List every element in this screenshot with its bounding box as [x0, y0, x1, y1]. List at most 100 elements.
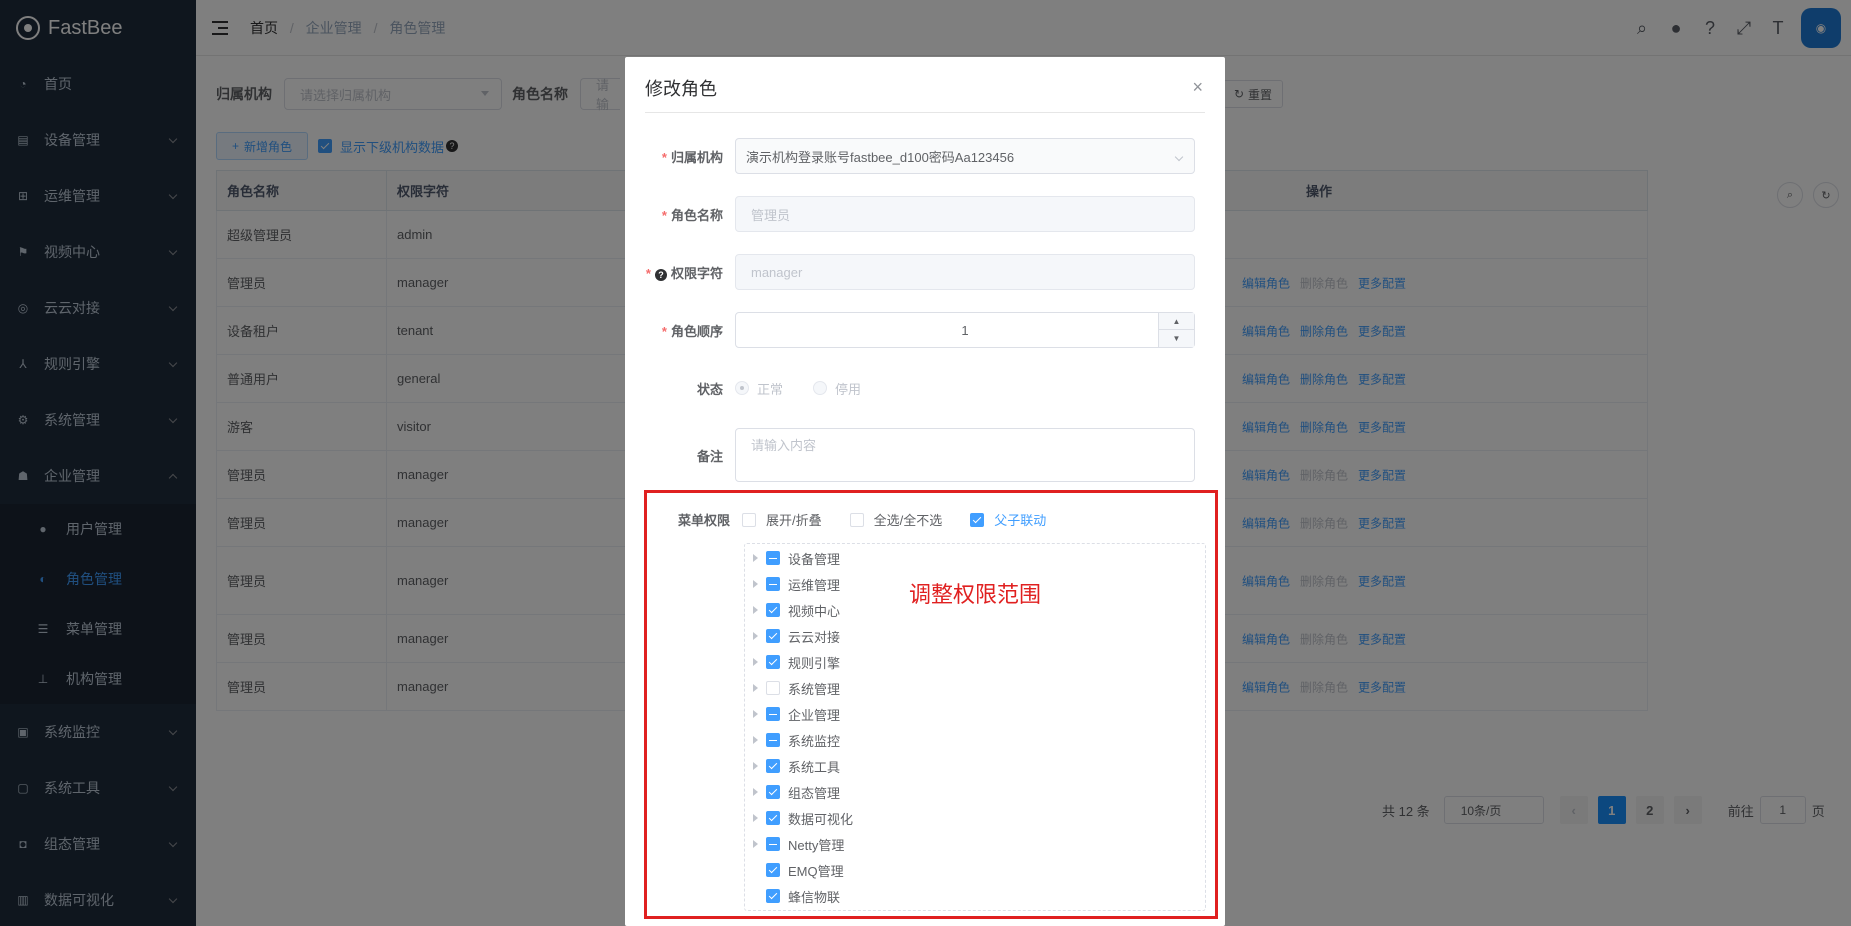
- tree-node-label: 数据可视化: [788, 811, 854, 827]
- linkage-checkbox[interactable]: [970, 512, 985, 527]
- expand-collapse-option[interactable]: 展开/折叠: [742, 510, 822, 529]
- status-normal-radio[interactable]: [735, 381, 749, 395]
- form-item-order: * 角色顺序 1 ▲ ▼: [645, 312, 1205, 348]
- tree-node-checkbox[interactable]: [766, 837, 780, 851]
- select-all-option[interactable]: 全选/全不选: [849, 510, 942, 529]
- caret-right-icon[interactable]: [753, 684, 758, 692]
- org-select[interactable]: 演示机构登录账号fastbee_d100密码Aa123456: [735, 138, 1195, 174]
- tree-node-checkbox[interactable]: [766, 629, 780, 643]
- role-key-field[interactable]: manager: [735, 254, 1195, 290]
- stepper-down-icon[interactable]: ▼: [1159, 330, 1194, 347]
- key-label-text: 权限字符: [670, 265, 723, 281]
- select-all-checkbox[interactable]: [849, 512, 864, 527]
- caret-right-icon[interactable]: [753, 814, 758, 822]
- tree-node[interactable]: 系统监控: [745, 727, 1205, 753]
- order-label-text: 角色顺序: [670, 323, 723, 339]
- question-icon[interactable]: ?: [654, 268, 667, 281]
- tree-node[interactable]: EMQ管理: [745, 857, 1205, 883]
- tree-node-label: 设备管理: [788, 551, 841, 567]
- tree-node-checkbox[interactable]: [766, 811, 780, 825]
- org-label: * 归属机构: [645, 147, 735, 166]
- tree-node-label: 系统监控: [788, 733, 841, 749]
- perm-label: 菜单权限: [677, 513, 730, 528]
- tree-node[interactable]: 系统工具: [745, 753, 1205, 779]
- form-item-status: 状态 正常 停用: [645, 370, 1205, 406]
- form-item-org: * 归属机构 演示机构登录账号fastbee_d100密码Aa123456: [645, 138, 1205, 174]
- tree-node-label: 规则引擎: [788, 655, 841, 671]
- tree-node-checkbox[interactable]: [766, 889, 780, 903]
- form-item-name: * 角色名称 管理员: [645, 196, 1205, 232]
- order-label: * 角色顺序: [645, 321, 735, 340]
- name-label: * 角色名称: [645, 205, 735, 224]
- tree-node-checkbox[interactable]: [766, 603, 780, 617]
- tree-node-checkbox[interactable]: [766, 577, 780, 591]
- tree-node-checkbox[interactable]: [766, 681, 780, 695]
- role-form: * 归属机构 演示机构登录账号fastbee_d100密码Aa123456 * 角色…: [625, 113, 1225, 482]
- caret-right-icon[interactable]: [753, 580, 758, 588]
- tree-node-checkbox[interactable]: [766, 707, 780, 721]
- remark-label: 备注: [696, 448, 723, 464]
- annotation-text: 调整权限范围: [909, 582, 1042, 607]
- required-mark: *: [661, 149, 667, 165]
- tree-node[interactable]: Netty管理: [745, 831, 1205, 857]
- stepper-up-icon[interactable]: ▲: [1159, 313, 1194, 330]
- caret-right-icon[interactable]: [753, 840, 758, 848]
- org-select-value: 演示机构登录账号fastbee_d100密码Aa123456: [746, 149, 1015, 165]
- close-icon[interactable]: ×: [1192, 77, 1203, 98]
- caret-right-icon[interactable]: [753, 554, 758, 562]
- tree-node-label: 系统工具: [788, 759, 841, 775]
- tree-node[interactable]: 数据可视化: [745, 805, 1205, 831]
- status-disabled-radio[interactable]: [813, 381, 828, 395]
- tree-node-checkbox[interactable]: [766, 785, 780, 799]
- org-label-text: 归属机构: [670, 149, 723, 165]
- role-order-stepper[interactable]: 1 ▲ ▼: [735, 312, 1195, 348]
- status-disabled-label: 停用: [835, 381, 862, 397]
- remark-textarea[interactable]: 请输入内容: [735, 428, 1195, 482]
- linkage-option[interactable]: 父子联动: [970, 510, 1046, 529]
- caret-right-icon[interactable]: [753, 632, 758, 640]
- caret-right-icon[interactable]: [753, 736, 758, 744]
- expand-collapse-label: 展开/折叠: [766, 513, 822, 528]
- tree-node[interactable]: 云云对接: [745, 623, 1205, 649]
- menu-permission-options: 菜单权限 展开/折叠 全选/全不选 父子联动: [676, 510, 1074, 529]
- role-order-value: 1: [961, 322, 969, 338]
- expand-collapse-checkbox[interactable]: [742, 512, 756, 527]
- caret-right-icon[interactable]: [753, 710, 758, 718]
- status-radio-group: 正常 停用: [735, 379, 861, 398]
- caret-right-icon[interactable]: [753, 606, 758, 614]
- role-name-value: 管理员: [751, 207, 791, 223]
- tree-node-label: 视频中心: [788, 603, 841, 619]
- tree-node-label: 云云对接: [788, 629, 841, 645]
- role-key-value: manager: [751, 264, 803, 280]
- form-item-key: *? 权限字符 manager: [645, 254, 1205, 290]
- status-normal-label: 正常: [757, 381, 784, 397]
- role-name-field[interactable]: 管理员: [735, 196, 1195, 232]
- tree-node[interactable]: 规则引擎: [745, 649, 1205, 675]
- form-item-remark: 备注 请输入内容: [645, 428, 1205, 482]
- tree-node-label: 组态管理: [788, 785, 841, 801]
- required-mark: *: [661, 323, 667, 339]
- tree-node[interactable]: 设备管理: [745, 545, 1205, 571]
- tree-node-label: EMQ管理: [788, 863, 844, 879]
- required-mark: *: [645, 265, 651, 281]
- caret-right-icon[interactable]: [753, 788, 758, 796]
- tree-node[interactable]: 蜂信物联: [745, 883, 1205, 909]
- tree-node-checkbox[interactable]: [766, 551, 780, 565]
- key-label: *? 权限字符: [645, 263, 735, 282]
- tree-node-label: 运维管理: [788, 577, 841, 593]
- dialog-title: 修改角色: [645, 79, 717, 99]
- tree-node-label: 企业管理: [788, 707, 841, 723]
- caret-right-icon[interactable]: [753, 762, 758, 770]
- tree-node-checkbox[interactable]: [766, 655, 780, 669]
- tree-node-checkbox[interactable]: [766, 733, 780, 747]
- tree-node[interactable]: 企业管理: [745, 701, 1205, 727]
- tree-node-checkbox[interactable]: [766, 863, 780, 877]
- caret-right-icon[interactable]: [753, 658, 758, 666]
- tree-node-label: 蜂信物联: [788, 889, 841, 905]
- tree-node-checkbox[interactable]: [766, 759, 780, 773]
- tree-node[interactable]: 组态管理: [745, 779, 1205, 805]
- caret-right-icon: [753, 866, 758, 874]
- remark-placeholder: 请输入内容: [751, 438, 817, 453]
- tree-node[interactable]: 系统管理: [745, 675, 1205, 701]
- name-label-text: 角色名称: [670, 207, 723, 223]
